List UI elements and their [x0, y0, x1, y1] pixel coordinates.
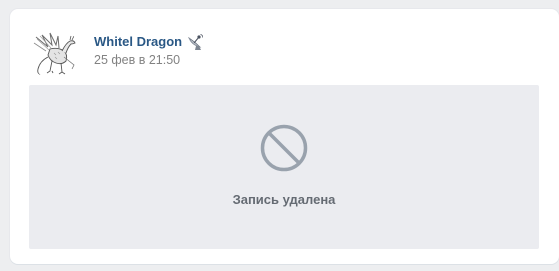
deleted-post-placeholder: Запись удалена — [29, 85, 539, 249]
post-card: Whitel Dragon 25 фев в 21:50 Запись удал… — [10, 9, 559, 264]
author-name-link[interactable]: Whitel Dragon — [94, 33, 182, 51]
author-row: Whitel Dragon — [94, 33, 204, 51]
ban-icon — [259, 123, 309, 173]
deleted-message: Запись удалена — [232, 192, 336, 207]
satellite-emoji-icon — [186, 33, 204, 51]
post-date-link[interactable]: 25 фев в 21:50 — [94, 51, 180, 69]
dragon-avatar-icon — [28, 27, 80, 79]
author-avatar[interactable] — [28, 27, 80, 79]
